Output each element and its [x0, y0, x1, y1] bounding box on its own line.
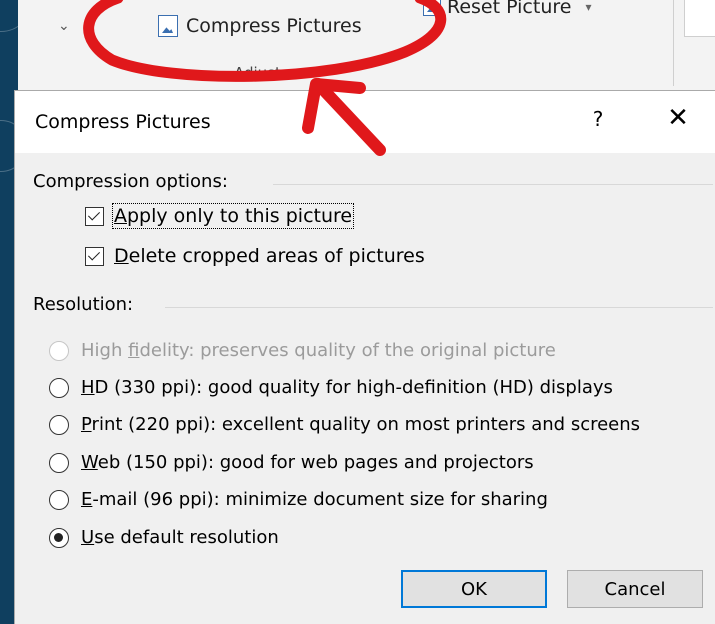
compress-pictures-button[interactable]: Compress Pictures — [158, 8, 362, 44]
label-text: se default resolution — [94, 527, 279, 548]
compress-pictures-label: Compress Pictures — [186, 15, 362, 37]
radio-hd[interactable]: HD (330 ppi): good quality for high-defi… — [49, 377, 613, 398]
radio-label: Use default resolution — [81, 527, 279, 548]
ribbon-side-box — [684, 0, 715, 37]
radio-web[interactable]: Web (150 ppi): good for web pages and pr… — [49, 452, 534, 473]
radio-label: Print (220 ppi): excellent quality on mo… — [81, 414, 640, 435]
delete-cropped-checkbox[interactable] — [85, 246, 104, 266]
label-text: elete cropped areas of pictures — [128, 245, 425, 267]
apply-only-checkbox-row[interactable]: Apply only to this picture — [85, 203, 355, 229]
ribbon: ⌄ Compress Pictures Reset Picture ▾ Adju… — [18, 0, 715, 93]
radio-print[interactable]: Print (220 ppi): excellent quality on mo… — [49, 414, 640, 435]
delete-cropped-label: Delete cropped areas of pictures — [114, 245, 425, 267]
accelerator-key: E — [81, 489, 93, 510]
radio-button-selected[interactable] — [49, 527, 69, 548]
chevron-down-icon[interactable]: ⌄ — [58, 18, 70, 34]
chevron-down-icon[interactable]: ▾ — [585, 0, 591, 14]
label-text: -mail (96 ppi): minimize document size f… — [92, 489, 548, 510]
section-divider — [273, 184, 713, 185]
radio-button[interactable] — [49, 377, 69, 398]
ribbon-group-label: Adjust — [234, 64, 281, 82]
radio-label: High fidelity: preserves quality of the … — [81, 340, 556, 361]
accelerator-key: D — [114, 245, 129, 267]
label-text: pply only to this picture — [127, 205, 353, 227]
compress-pictures-icon — [158, 15, 178, 37]
accelerator-key: W — [81, 452, 98, 473]
label-text: High — [81, 340, 129, 361]
accelerator-key: U — [81, 527, 95, 548]
help-button[interactable]: ? — [585, 107, 611, 131]
radio-label: Web (150 ppi): good for web pages and pr… — [81, 452, 534, 473]
reset-picture-icon — [423, 0, 441, 16]
cancel-button[interactable]: Cancel — [567, 570, 703, 608]
close-button[interactable]: ✕ — [663, 103, 693, 133]
radio-label: E-mail (96 ppi): minimize document size … — [81, 489, 548, 510]
reset-picture-label: Reset Picture — [447, 0, 572, 18]
apply-only-checkbox[interactable] — [85, 206, 104, 226]
accelerator-key: P — [81, 414, 92, 435]
section-divider — [165, 307, 713, 308]
radio-high-fidelity: High fidelity: preserves quality of the … — [49, 340, 556, 361]
radio-email[interactable]: E-mail (96 ppi): minimize document size … — [49, 489, 548, 510]
radio-button[interactable] — [49, 414, 69, 435]
compress-pictures-dialog: Compress Pictures ? ✕ Compression option… — [14, 90, 715, 624]
radio-button[interactable] — [49, 489, 69, 510]
radio-default-resolution[interactable]: Use default resolution — [49, 527, 279, 548]
radio-button[interactable] — [49, 452, 69, 473]
apply-only-label: Apply only to this picture — [111, 203, 355, 229]
accelerator-key: A — [114, 205, 127, 227]
ribbon-separator — [673, 0, 674, 86]
label-text: idelity: preserves quality of the origin… — [139, 340, 556, 361]
delete-cropped-checkbox-row[interactable]: Delete cropped areas of pictures — [85, 245, 425, 267]
accelerator-key: H — [81, 377, 95, 398]
dialog-title: Compress Pictures — [35, 111, 211, 133]
accelerator-key: f — [128, 340, 140, 361]
label-text: eb (150 ppi): good for web pages and pro… — [97, 452, 534, 473]
dialog-titlebar: Compress Pictures ? ✕ — [15, 91, 715, 153]
label-text: D (330 ppi): good quality for high-defin… — [94, 377, 613, 398]
label-text: rint (220 ppi): excellent quality on mos… — [91, 414, 641, 435]
resolution-label: Resolution: — [33, 294, 134, 315]
compression-options-label: Compression options: — [33, 171, 228, 192]
radio-button — [49, 340, 69, 361]
radio-label: HD (330 ppi): good quality for high-defi… — [81, 377, 613, 398]
ok-button[interactable]: OK — [401, 570, 547, 608]
reset-picture-button[interactable]: Reset Picture ▾ — [423, 0, 592, 22]
